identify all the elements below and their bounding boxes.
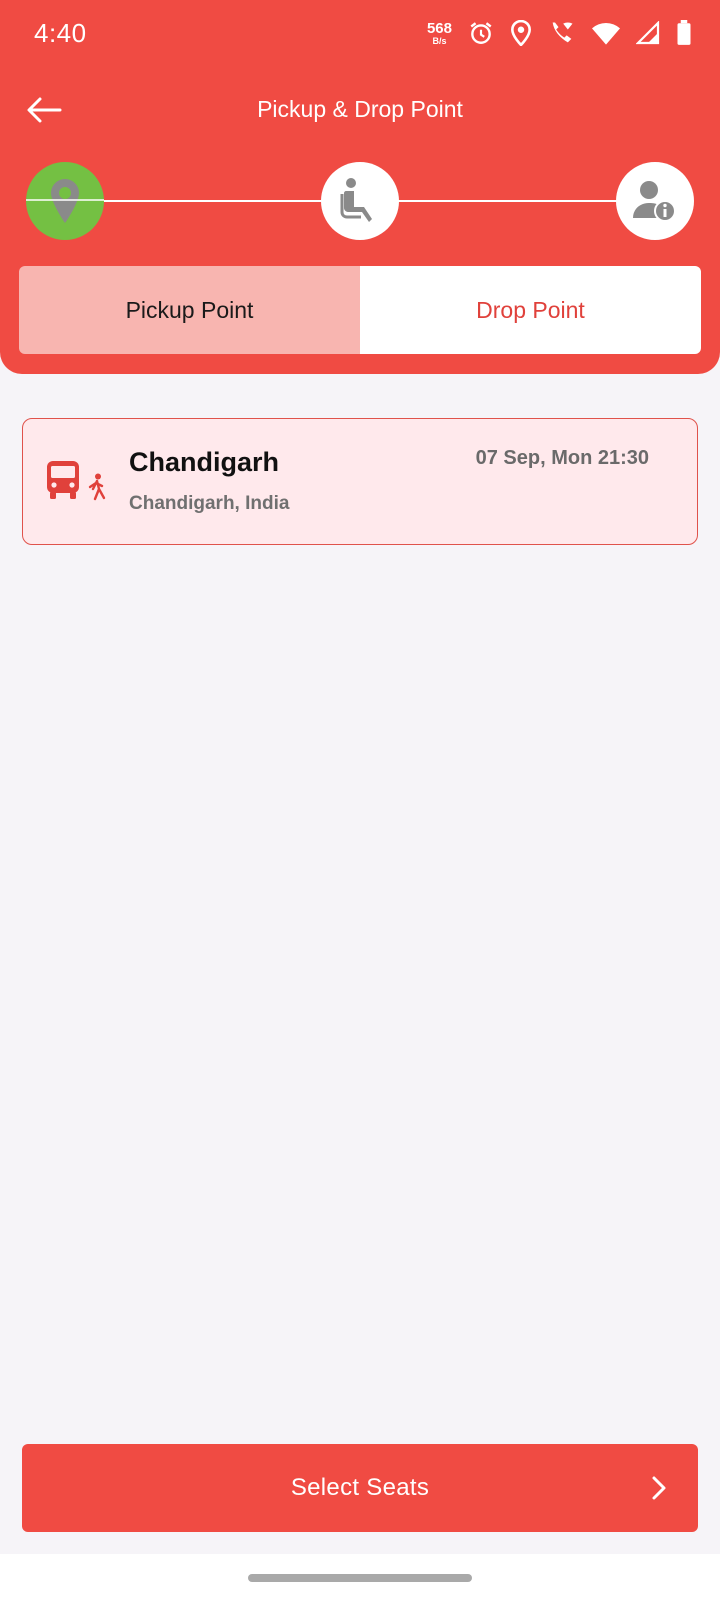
wifi-icon: [592, 22, 620, 45]
location-pin-icon: [51, 179, 79, 223]
passenger-info-icon: [633, 181, 676, 222]
header: 4:40 568 B/s Pickup & Drop Point Pickup …: [0, 0, 720, 374]
select-seats-button[interactable]: Select Seats: [22, 1444, 698, 1532]
system-nav-bar: [0, 1554, 720, 1600]
bus-icon: [47, 461, 79, 499]
net-speed-value: 568: [426, 19, 452, 37]
battery-icon: [677, 20, 691, 45]
bus-walk-icon: [45, 459, 107, 501]
pickup-point-card[interactable]: Chandigarh Chandigarh, India 07 Sep, Mon…: [22, 418, 698, 545]
chevron-right-icon: [652, 1476, 666, 1500]
alarm-icon: [470, 22, 492, 44]
status-bar: 4:40 568 B/s: [0, 0, 720, 66]
step-passenger-info[interactable]: [616, 162, 694, 240]
signal-icon: [636, 21, 660, 45]
wifi-call-icon: [552, 22, 573, 43]
net-speed: 568 B/s: [427, 21, 452, 46]
walking-person-icon: [88, 473, 106, 501]
point-tabs: Pickup Point Drop Point: [19, 266, 701, 354]
tab-pickup-point[interactable]: Pickup Point: [19, 266, 360, 354]
step-pickup-drop[interactable]: [26, 162, 104, 240]
location-icon: [511, 20, 531, 46]
step-seat[interactable]: [321, 162, 399, 240]
point-name: Chandigarh: [129, 447, 280, 477]
page-title: Pickup & Drop Point: [257, 96, 463, 122]
tab-drop-point[interactable]: Drop Point: [360, 266, 701, 354]
home-indicator[interactable]: [248, 1574, 472, 1582]
net-speed-unit: B/s: [432, 35, 447, 46]
seat-icon: [340, 178, 372, 222]
status-time: 4:40: [34, 18, 87, 48]
status-icons: 568 B/s: [427, 16, 692, 50]
select-seats-label: Select Seats: [290, 1474, 430, 1501]
point-datetime: 07 Sep, Mon 21:30: [475, 447, 649, 469]
point-address: Chandigarh, India: [129, 493, 290, 514]
